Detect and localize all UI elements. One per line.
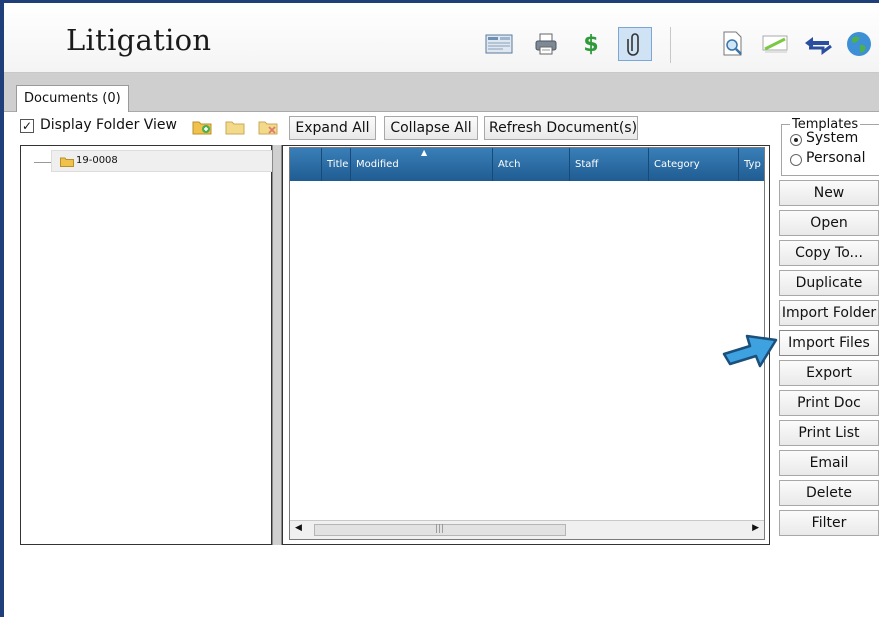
folder-icon: [60, 157, 74, 167]
refresh-documents-button[interactable]: Refresh Document(s): [484, 116, 638, 140]
expand-all-button[interactable]: Expand All: [289, 116, 376, 140]
pane-splitter[interactable]: [272, 145, 282, 545]
delete-button[interactable]: Delete: [779, 480, 879, 506]
copy-to-button[interactable]: Copy To...: [779, 240, 879, 266]
tree-node-label: 19-0008: [76, 155, 118, 166]
documents-grid: Title Modified ▲ Atch Staff Category Typ…: [282, 145, 770, 545]
column-header-category[interactable]: Category: [649, 148, 739, 181]
print-list-button[interactable]: Print List: [779, 420, 879, 446]
radio-system-label: System: [806, 130, 859, 146]
radio-personal[interactable]: [790, 154, 802, 166]
scroll-left-icon[interactable]: ◀: [295, 523, 302, 533]
grid-viewport: Title Modified ▲ Atch Staff Category Typ…: [289, 147, 765, 540]
grip-icon: |||: [435, 524, 445, 534]
print-doc-button[interactable]: Print Doc: [779, 390, 879, 416]
export-button[interactable]: Export: [779, 360, 879, 386]
sort-ascending-icon: ▲: [421, 148, 428, 157]
import-folder-button[interactable]: Import Folder: [779, 300, 879, 326]
column-header-staff[interactable]: Staff: [570, 148, 649, 181]
dollar-icon[interactable]: $: [574, 27, 608, 61]
column-header-atch[interactable]: Atch: [493, 148, 570, 181]
display-folder-view-label: Display Folder View: [40, 117, 177, 133]
display-folder-view-checkbox[interactable]: ✓: [20, 119, 34, 133]
tab-documents[interactable]: Documents (0): [16, 85, 129, 112]
open-button[interactable]: Open: [779, 210, 879, 236]
form-icon[interactable]: [482, 27, 516, 61]
new-folder-icon[interactable]: [191, 116, 213, 138]
printer-icon[interactable]: [529, 27, 563, 61]
column-header-title[interactable]: Title: [322, 148, 351, 181]
horizontal-scrollbar[interactable]: ◀ ||| ▶: [290, 520, 764, 539]
radio-system[interactable]: [790, 134, 802, 146]
transfer-arrows-icon[interactable]: [801, 27, 835, 61]
scroll-thumb[interactable]: |||: [314, 524, 566, 536]
column-header-modified-label: Modified: [356, 159, 399, 170]
paperclip-icon[interactable]: [618, 27, 652, 61]
scroll-right-icon[interactable]: ▶: [752, 523, 759, 533]
folder-tree: 19-0008: [20, 145, 287, 545]
tree-node-19-0008[interactable]: 19-0008: [51, 150, 287, 172]
title-bar: Litigation $: [4, 3, 879, 73]
new-button[interactable]: New: [779, 180, 879, 206]
app-title: Litigation: [66, 23, 212, 57]
column-header-modified[interactable]: Modified ▲: [351, 148, 493, 181]
toolbar-separator: [670, 27, 671, 63]
globe-icon[interactable]: [842, 27, 876, 61]
delete-folder-icon[interactable]: [257, 116, 279, 138]
callout-arrow-icon: [722, 334, 778, 368]
import-files-button[interactable]: Import Files: [779, 330, 879, 356]
column-header-select[interactable]: [290, 148, 322, 181]
email-button[interactable]: Email: [779, 450, 879, 476]
duplicate-button[interactable]: Duplicate: [779, 270, 879, 296]
open-folder-icon[interactable]: [224, 116, 246, 138]
highlighter-icon[interactable]: [759, 27, 793, 61]
collapse-all-button[interactable]: Collapse All: [384, 116, 478, 140]
filter-button[interactable]: Filter: [779, 510, 879, 536]
tab-strip: Documents (0): [4, 73, 879, 112]
radio-personal-label: Personal: [806, 150, 866, 166]
preview-icon[interactable]: [716, 27, 750, 61]
column-header-type[interactable]: Typ: [739, 148, 764, 181]
